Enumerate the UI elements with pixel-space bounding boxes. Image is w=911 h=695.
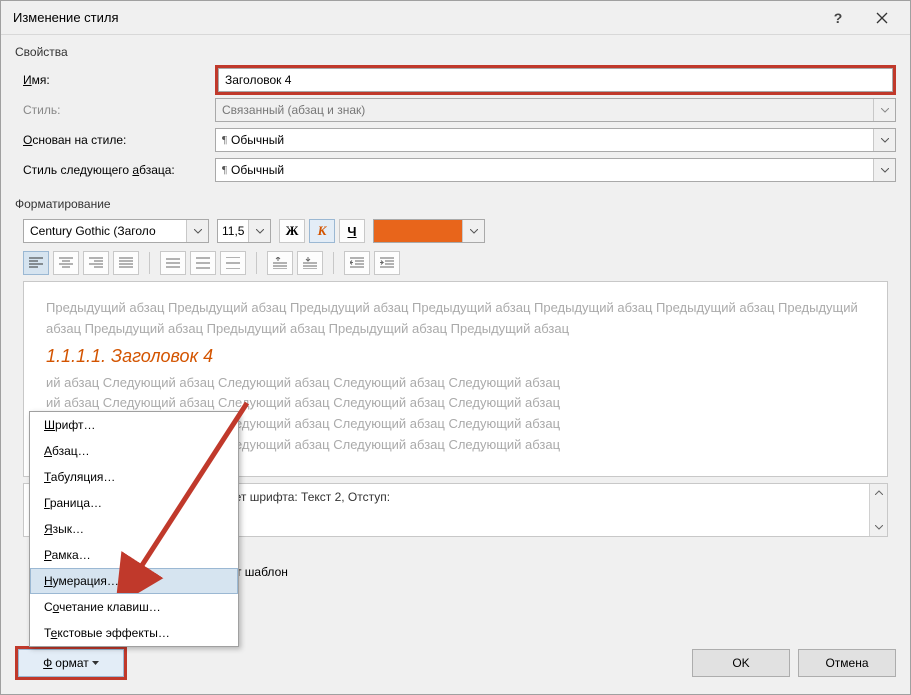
titlebar: Изменение стиля ? <box>1 1 910 35</box>
italic-button[interactable]: К <box>309 219 335 243</box>
pilcrow-icon: ¶ <box>222 164 227 176</box>
chevron-down-icon <box>873 129 895 151</box>
format-button-highlight: Формат <box>15 646 127 680</box>
align-justify-button[interactable] <box>113 251 139 275</box>
preview-sample-text: 1.1.1.1. Заголовок 4 <box>46 346 865 367</box>
based-on-combo[interactable]: ¶ Обычный <box>215 128 896 152</box>
caret-down-icon <box>92 661 99 665</box>
close-button[interactable] <box>860 3 904 33</box>
font-size-combo[interactable]: 11,5 <box>217 219 271 243</box>
line-spacing-1-button[interactable] <box>160 251 186 275</box>
format-menu: Шрифт… Абзац… Табуляция… Граница… Язык… … <box>29 411 239 647</box>
scroll-up-icon[interactable] <box>870 484 887 501</box>
menu-item-shortcut[interactable]: Сочетание клавиш… <box>30 594 238 620</box>
font-size-value: 11,5 <box>218 224 248 238</box>
pilcrow-icon: ¶ <box>222 134 227 146</box>
style-type-value: Связанный (абзац и знак) <box>216 103 873 117</box>
style-type-combo: Связанный (абзац и знак) <box>215 98 896 122</box>
preview-prev-paragraph: Предыдущий абзац Предыдущий абзац Предыд… <box>46 298 865 340</box>
dialog-title: Изменение стиля <box>13 10 816 25</box>
cancel-button[interactable]: Отмена <box>798 649 896 677</box>
chevron-down-icon <box>873 99 895 121</box>
chevron-down-icon <box>462 220 484 242</box>
menu-item-tabs[interactable]: Табуляция… <box>30 464 238 490</box>
space-before-inc-button[interactable] <box>267 251 293 275</box>
name-input[interactable] <box>218 68 893 92</box>
based-on-label: Основан на стиле: <box>15 133 215 147</box>
font-family-combo[interactable]: Century Gothic (Заголо <box>23 219 209 243</box>
scroll-down-icon[interactable] <box>870 519 887 536</box>
menu-item-numbering[interactable]: Нумерация… <box>30 568 238 594</box>
menu-item-paragraph[interactable]: Абзац… <box>30 438 238 464</box>
ok-button[interactable]: OK <box>692 649 790 677</box>
formatting-label: Форматирование <box>15 197 896 211</box>
chevron-down-icon <box>186 220 208 242</box>
next-style-value: Обычный <box>231 163 284 177</box>
menu-item-text-effects[interactable]: Текстовые эффекты… <box>30 620 238 646</box>
name-label: Имя: <box>15 73 215 87</box>
scrollbar[interactable] <box>869 484 887 536</box>
preview-next-paragraph: ий абзац Следующий абзац Следующий абзац… <box>46 373 865 394</box>
chevron-down-icon <box>873 159 895 181</box>
align-center-button[interactable] <box>53 251 79 275</box>
font-family-value: Century Gothic (Заголо <box>24 224 186 238</box>
underline-button[interactable]: Ч <box>339 219 365 243</box>
align-left-button[interactable] <box>23 251 49 275</box>
line-spacing-15-button[interactable] <box>190 251 216 275</box>
close-icon <box>876 12 888 24</box>
menu-item-font[interactable]: Шрифт… <box>30 412 238 438</box>
font-color-combo[interactable] <box>373 219 485 243</box>
menu-item-language[interactable]: Язык… <box>30 516 238 542</box>
menu-item-frame[interactable]: Рамка… <box>30 542 238 568</box>
next-style-combo[interactable]: ¶ Обычный <box>215 158 896 182</box>
format-button[interactable]: Формат <box>18 649 124 677</box>
indent-decrease-button[interactable] <box>344 251 370 275</box>
style-type-label: Стиль: <box>15 103 215 117</box>
based-on-value: Обычный <box>231 133 284 147</box>
help-button[interactable]: ? <box>816 3 860 33</box>
indent-increase-button[interactable] <box>374 251 400 275</box>
line-spacing-2-button[interactable] <box>220 251 246 275</box>
modify-style-dialog: Изменение стиля ? Свойства Имя: Стиль: С… <box>0 0 911 695</box>
name-highlight <box>215 65 896 95</box>
next-style-label: Стиль следующего абзаца: <box>15 163 215 177</box>
bold-button[interactable]: Ж <box>279 219 305 243</box>
properties-label: Свойства <box>15 45 896 59</box>
space-before-dec-button[interactable] <box>297 251 323 275</box>
chevron-down-icon <box>248 220 270 242</box>
color-swatch <box>374 220 462 242</box>
menu-item-border[interactable]: Граница… <box>30 490 238 516</box>
align-right-button[interactable] <box>83 251 109 275</box>
